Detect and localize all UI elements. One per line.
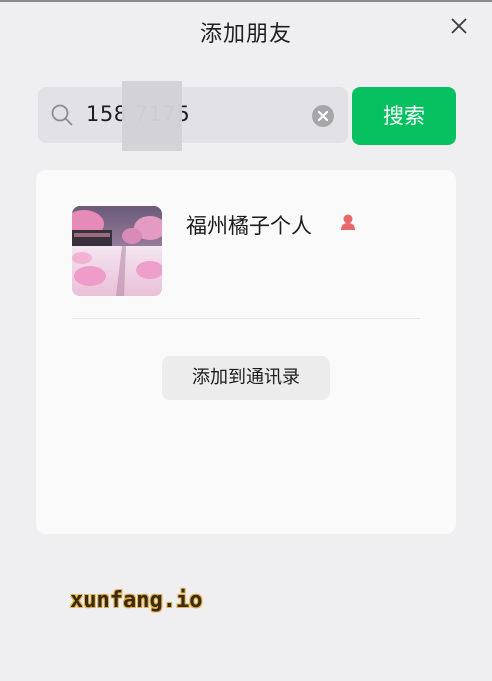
- close-button[interactable]: [447, 14, 471, 38]
- window-top-border: [0, 0, 492, 2]
- window-title: 添加朋友: [199, 22, 292, 47]
- clear-icon: [312, 105, 334, 127]
- search-button[interactable]: 搜索: [352, 87, 456, 145]
- watermark: xunfang.io: [70, 588, 203, 613]
- avatar[interactable]: [72, 206, 162, 296]
- privacy-blur: [122, 81, 182, 151]
- search-result-card: 福州橘子个人 添加到通讯录: [36, 170, 456, 534]
- add-to-contacts-button[interactable]: 添加到通讯录: [162, 356, 330, 400]
- contact-name: 福州橘子个人: [186, 214, 312, 238]
- female-icon: [341, 214, 355, 230]
- clear-search-button[interactable]: [311, 104, 335, 128]
- divider: [72, 318, 420, 319]
- search-field[interactable]: 158 7175: [38, 81, 348, 151]
- close-icon: [451, 18, 467, 34]
- search-icon: [51, 104, 73, 126]
- avatar-image: [72, 206, 162, 296]
